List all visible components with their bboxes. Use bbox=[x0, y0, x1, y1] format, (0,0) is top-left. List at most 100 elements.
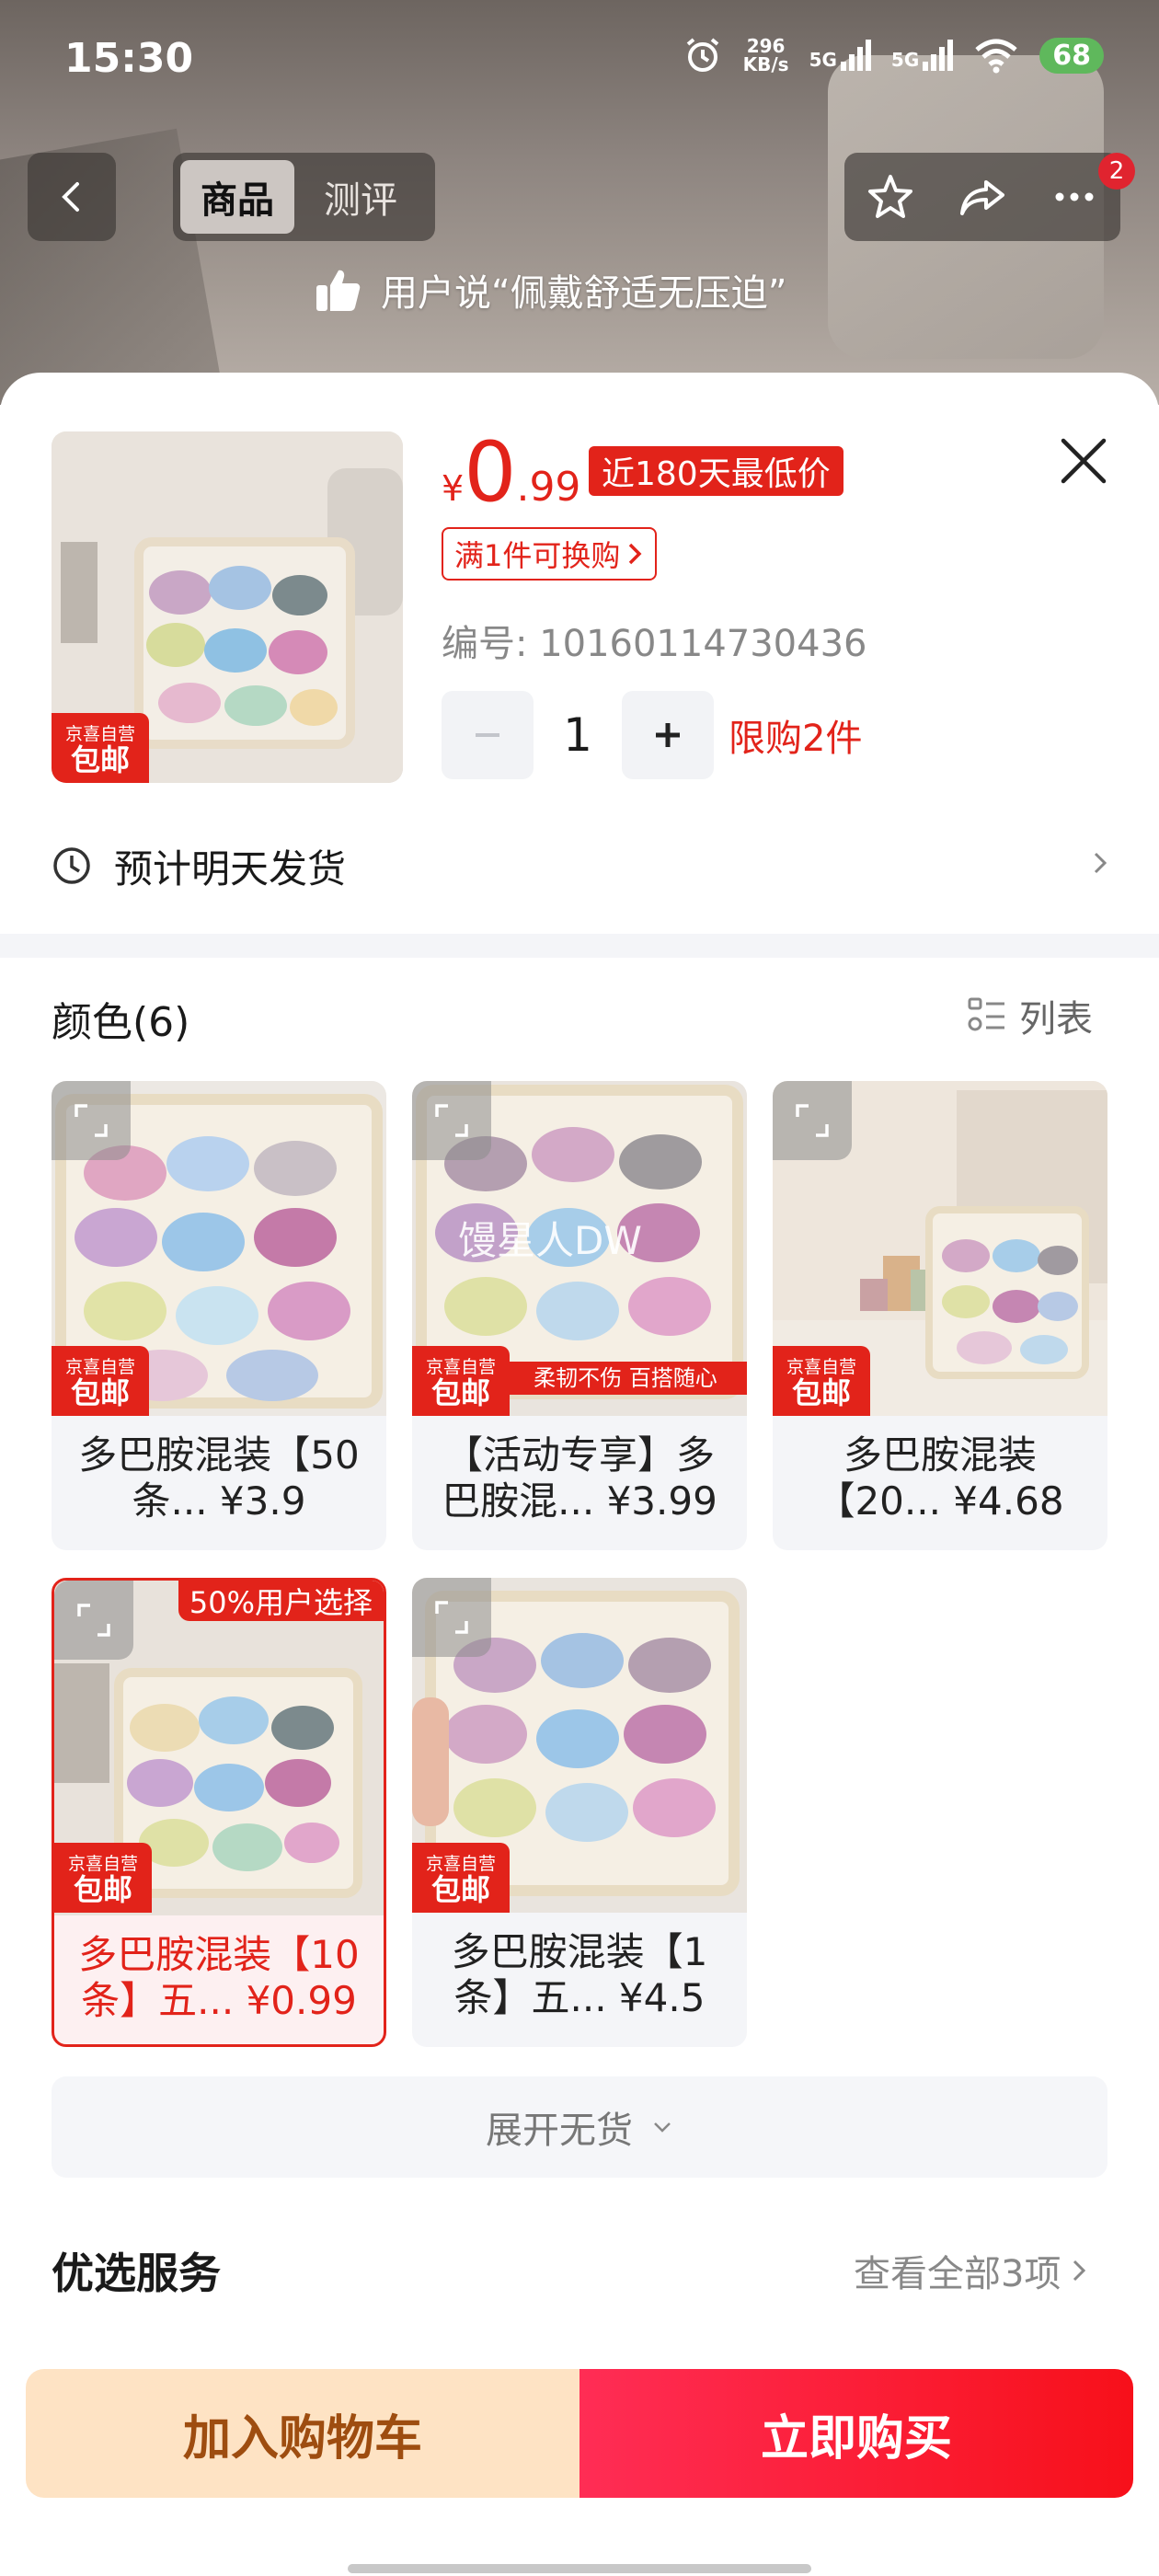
net-speed-value: 296 bbox=[746, 35, 786, 57]
signal-1: 5G bbox=[809, 40, 871, 71]
signal-icon bbox=[923, 40, 954, 71]
jx-tag: 京喜自营 包邮 bbox=[52, 713, 149, 783]
product-thumbnail[interactable]: 京喜自营 包邮 bbox=[52, 431, 403, 783]
color-option[interactable]: 馒星人DW 柔韧不伤 百搭随心 京喜自营 包邮 【活动专享】多巴胺混... ¥3… bbox=[412, 1081, 747, 1550]
shipping-row[interactable]: 预计明天发货 bbox=[52, 829, 1109, 903]
signal-2-label: 5G bbox=[890, 49, 920, 71]
chevron-right-icon bbox=[629, 543, 642, 565]
jx-tag: 京喜自营 包邮 bbox=[54, 1843, 152, 1913]
wifi-icon bbox=[975, 39, 1017, 74]
jx-tag-line1: 京喜自营 bbox=[425, 1357, 496, 1377]
jx-tag: 京喜自营 包邮 bbox=[773, 1346, 870, 1416]
color-option-label: 多巴胺混装【1条】五... ¥4.5 bbox=[451, 1929, 708, 2020]
view-all-services-label: 查看全部3项 bbox=[854, 2253, 1061, 2295]
signal-icon bbox=[840, 40, 871, 71]
back-icon bbox=[62, 182, 79, 212]
expand-icon[interactable] bbox=[412, 1081, 491, 1160]
swap-tag[interactable]: 满1件可换购 bbox=[442, 527, 658, 581]
jx-tag: 京喜自营 包邮 bbox=[412, 1843, 510, 1913]
lowest-price-tag: 近180天最低价 bbox=[589, 446, 843, 496]
chevron-right-icon bbox=[1091, 845, 1109, 887]
sku-number: 编号: 10160114730436 bbox=[442, 623, 867, 665]
sku-sheet: 京喜自营 包邮 ¥ 0 .99 近180天最低价 满1件可换购 编号: 1016… bbox=[0, 373, 1159, 2576]
section-divider bbox=[0, 934, 1159, 958]
watermark: 馒星人DW bbox=[458, 1218, 642, 1263]
thumbs-up-icon bbox=[316, 270, 361, 311]
price: ¥ 0 .99 bbox=[442, 431, 580, 514]
jx-tag-line2: 包邮 bbox=[73, 1872, 132, 1907]
jx-tag: 京喜自营 包邮 bbox=[412, 1346, 510, 1416]
list-view-toggle[interactable]: 列表 bbox=[966, 989, 1093, 1042]
color-option[interactable]: 京喜自营 包邮 多巴胺混装【1条】五... ¥4.5 bbox=[412, 1578, 747, 2047]
quantity-stepper: 1 限购2件 bbox=[442, 691, 862, 779]
status-time: 15:30 bbox=[64, 35, 194, 82]
quantity-value[interactable]: 1 bbox=[534, 708, 622, 762]
jx-tag-line1: 京喜自营 bbox=[425, 1854, 496, 1874]
share-icon[interactable] bbox=[957, 171, 1008, 223]
header-tabs: 商品 测评 bbox=[173, 153, 435, 241]
jx-tag-line2: 包邮 bbox=[70, 742, 130, 777]
swap-tag-text: 满1件可换购 bbox=[454, 538, 621, 573]
expand-icon[interactable] bbox=[52, 1081, 131, 1160]
close-icon bbox=[1061, 438, 1107, 484]
signal-1-label: 5G bbox=[809, 49, 837, 71]
color-option-selected[interactable]: 50%用户选择 京喜自营 包邮 多巴胺混装【10条】五... ¥0.99 bbox=[52, 1578, 386, 2047]
services-heading: 优选服务 bbox=[52, 2248, 221, 2298]
promo-banner: 柔韧不伤 百搭随心 bbox=[504, 1362, 747, 1395]
back-button[interactable] bbox=[28, 153, 116, 241]
shipping-text: 预计明天发货 bbox=[114, 845, 347, 891]
more-icon[interactable] bbox=[1049, 171, 1100, 223]
expand-icon[interactable] bbox=[54, 1581, 133, 1660]
close-button[interactable] bbox=[1054, 431, 1113, 490]
jx-tag: 京喜自营 包邮 bbox=[52, 1346, 149, 1416]
jx-tag-line2: 包邮 bbox=[430, 1872, 490, 1907]
decrease-button[interactable] bbox=[442, 691, 534, 779]
color-option[interactable]: 京喜自营 包邮 多巴胺混装【20... ¥4.68 bbox=[773, 1081, 1107, 1550]
increase-button[interactable] bbox=[622, 691, 714, 779]
popular-choice-tag: 50%用户选择 bbox=[178, 1581, 384, 1621]
status-bar: 15:30 296 KB/s 5G 5G 68 bbox=[0, 0, 1159, 120]
purchase-limit: 限购2件 bbox=[729, 718, 863, 760]
list-icon bbox=[968, 997, 1004, 1031]
price-currency: ¥ bbox=[442, 468, 465, 509]
more-badge: 2 bbox=[1098, 153, 1135, 190]
alarm-icon bbox=[686, 38, 718, 72]
expand-out-of-stock-button[interactable]: 展开无货 bbox=[52, 2076, 1107, 2178]
tab-review[interactable]: 测评 bbox=[304, 160, 418, 234]
status-icons: 296 KB/s 5G 5G 68 bbox=[683, 35, 1104, 75]
list-label: 列表 bbox=[1019, 998, 1093, 1041]
net-speed: 296 KB/s bbox=[743, 37, 789, 74]
clock-icon bbox=[53, 847, 90, 884]
color-option-label: 多巴胺混装【50条... ¥3.9 bbox=[78, 1432, 360, 1524]
tab-product[interactable]: 商品 bbox=[180, 160, 294, 234]
chevron-right-icon bbox=[1073, 2260, 1086, 2282]
jx-tag-line1: 京喜自营 bbox=[64, 1357, 135, 1377]
battery-icon: 68 bbox=[1039, 37, 1104, 74]
jx-tag-line2: 包邮 bbox=[791, 1375, 851, 1410]
jx-tag-line1: 京喜自营 bbox=[64, 724, 135, 744]
expand-icon[interactable] bbox=[412, 1578, 491, 1657]
add-to-cart-button[interactable]: 加入购物车 bbox=[26, 2369, 580, 2498]
jx-tag-line2: 包邮 bbox=[70, 1375, 130, 1410]
price-integer: 0 bbox=[464, 424, 517, 521]
plus-icon bbox=[656, 723, 680, 747]
buy-now-button[interactable]: 立即购买 bbox=[580, 2369, 1133, 2498]
view-all-services[interactable]: 查看全部3项 bbox=[854, 2244, 1088, 2297]
star-icon[interactable] bbox=[865, 171, 916, 223]
color-option-label: 【活动专享】多巴胺混... ¥3.99 bbox=[442, 1432, 717, 1524]
review-tip: 用户说“佩戴舒适无压迫” bbox=[313, 258, 786, 322]
signal-2: 5G bbox=[890, 40, 954, 71]
expand-out-of-stock-label: 展开无货 bbox=[486, 2110, 633, 2152]
chevron-down-icon bbox=[654, 2122, 671, 2133]
color-heading: 颜色(6) bbox=[52, 999, 190, 1046]
jx-tag-line1: 京喜自营 bbox=[786, 1357, 856, 1377]
color-option-label: 多巴胺混装【20... ¥4.68 bbox=[816, 1432, 1064, 1524]
color-option-label: 多巴胺混装【10条】五... ¥0.99 bbox=[78, 1932, 360, 2023]
minus-icon bbox=[476, 733, 499, 737]
expand-icon[interactable] bbox=[773, 1081, 852, 1160]
color-option[interactable]: 京喜自营 包邮 多巴胺混装【50条... ¥3.9 bbox=[52, 1081, 386, 1550]
home-indicator[interactable] bbox=[348, 2564, 811, 2573]
header-actions bbox=[844, 153, 1120, 241]
jx-tag-line1: 京喜自营 bbox=[67, 1854, 138, 1874]
price-decimal: .99 bbox=[516, 464, 581, 511]
